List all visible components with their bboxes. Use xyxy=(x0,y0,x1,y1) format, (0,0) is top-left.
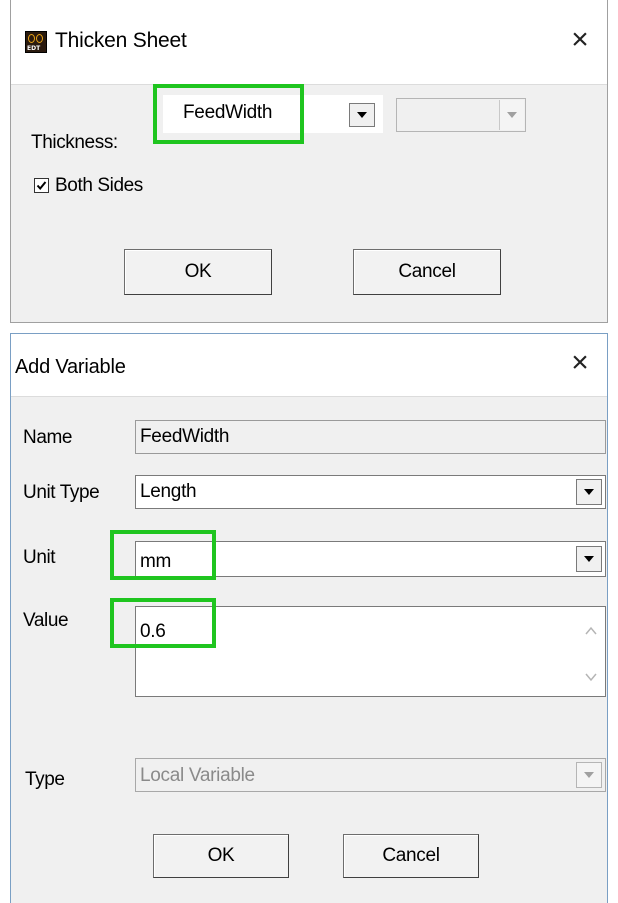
add-variable-title: Add Variable xyxy=(15,356,126,378)
unit-label: Unit xyxy=(23,547,56,568)
value-label: Value xyxy=(23,610,69,631)
cancel-button[interactable]: Cancel xyxy=(353,249,501,295)
chevron-down-icon xyxy=(584,556,594,562)
cancel-button[interactable]: Cancel xyxy=(343,834,479,878)
checkmark-icon xyxy=(36,181,47,191)
secondary-dropdown-button[interactable] xyxy=(499,100,524,130)
thickness-dropdown-button[interactable] xyxy=(349,103,375,127)
name-value: FeedWidth xyxy=(140,426,230,447)
thickness-secondary-combo[interactable] xyxy=(396,98,526,132)
thickness-combo[interactable]: FeedWidth xyxy=(163,95,383,133)
name-label: Name xyxy=(23,427,73,448)
thicken-sheet-title: Thicken Sheet xyxy=(55,29,187,52)
app-icon-ring-right xyxy=(36,34,43,43)
both-sides-label[interactable]: Both Sides xyxy=(55,175,143,197)
unit-type-dropdown-button[interactable] xyxy=(576,479,602,505)
ok-button[interactable]: OK xyxy=(153,834,289,878)
type-label: Type xyxy=(25,769,65,790)
thicken-sheet-dialog: EDT Thicken Sheet × Thickness: FeedWidth… xyxy=(10,0,608,323)
edt-app-icon: EDT xyxy=(25,31,47,53)
close-icon[interactable]: × xyxy=(563,23,597,57)
chevron-down-icon xyxy=(507,112,517,118)
value-scrollbar[interactable] xyxy=(578,608,604,695)
unit-type-combo[interactable]: Length xyxy=(135,475,606,509)
chevron-up-icon[interactable] xyxy=(585,626,597,635)
unit-type-value: Length xyxy=(140,481,197,502)
add-variable-titlebar: Add Variable × xyxy=(11,334,607,397)
chevron-down-icon xyxy=(584,489,594,495)
thickness-label: Thickness: xyxy=(31,132,118,153)
chevron-down-icon xyxy=(357,112,367,118)
value-textarea[interactable]: 0.6 xyxy=(135,606,606,697)
type-value: Local Variable xyxy=(140,765,255,786)
value-text: 0.6 xyxy=(140,621,166,642)
chevron-down-icon[interactable] xyxy=(585,673,597,682)
unit-dropdown-button[interactable] xyxy=(576,546,602,572)
app-icon-ring-left xyxy=(28,34,35,43)
app-icon-text: EDT xyxy=(27,45,41,52)
type-dropdown-button[interactable] xyxy=(576,762,602,788)
unit-combo[interactable]: mm xyxy=(135,541,606,577)
add-variable-dialog: Add Variable × Name FeedWidth Unit Type … xyxy=(10,333,608,903)
unit-value: mm xyxy=(140,551,172,572)
close-icon[interactable]: × xyxy=(563,346,597,380)
thicken-sheet-titlebar: EDT Thicken Sheet × xyxy=(11,0,607,85)
name-field[interactable]: FeedWidth xyxy=(135,420,606,454)
thickness-value: FeedWidth xyxy=(183,102,273,123)
both-sides-checkbox[interactable] xyxy=(34,178,49,193)
ok-button[interactable]: OK xyxy=(124,249,272,295)
unit-type-label: Unit Type xyxy=(23,482,100,503)
type-combo[interactable]: Local Variable xyxy=(135,758,606,792)
chevron-down-icon xyxy=(584,772,594,778)
scrollbar-arrows xyxy=(585,626,597,682)
